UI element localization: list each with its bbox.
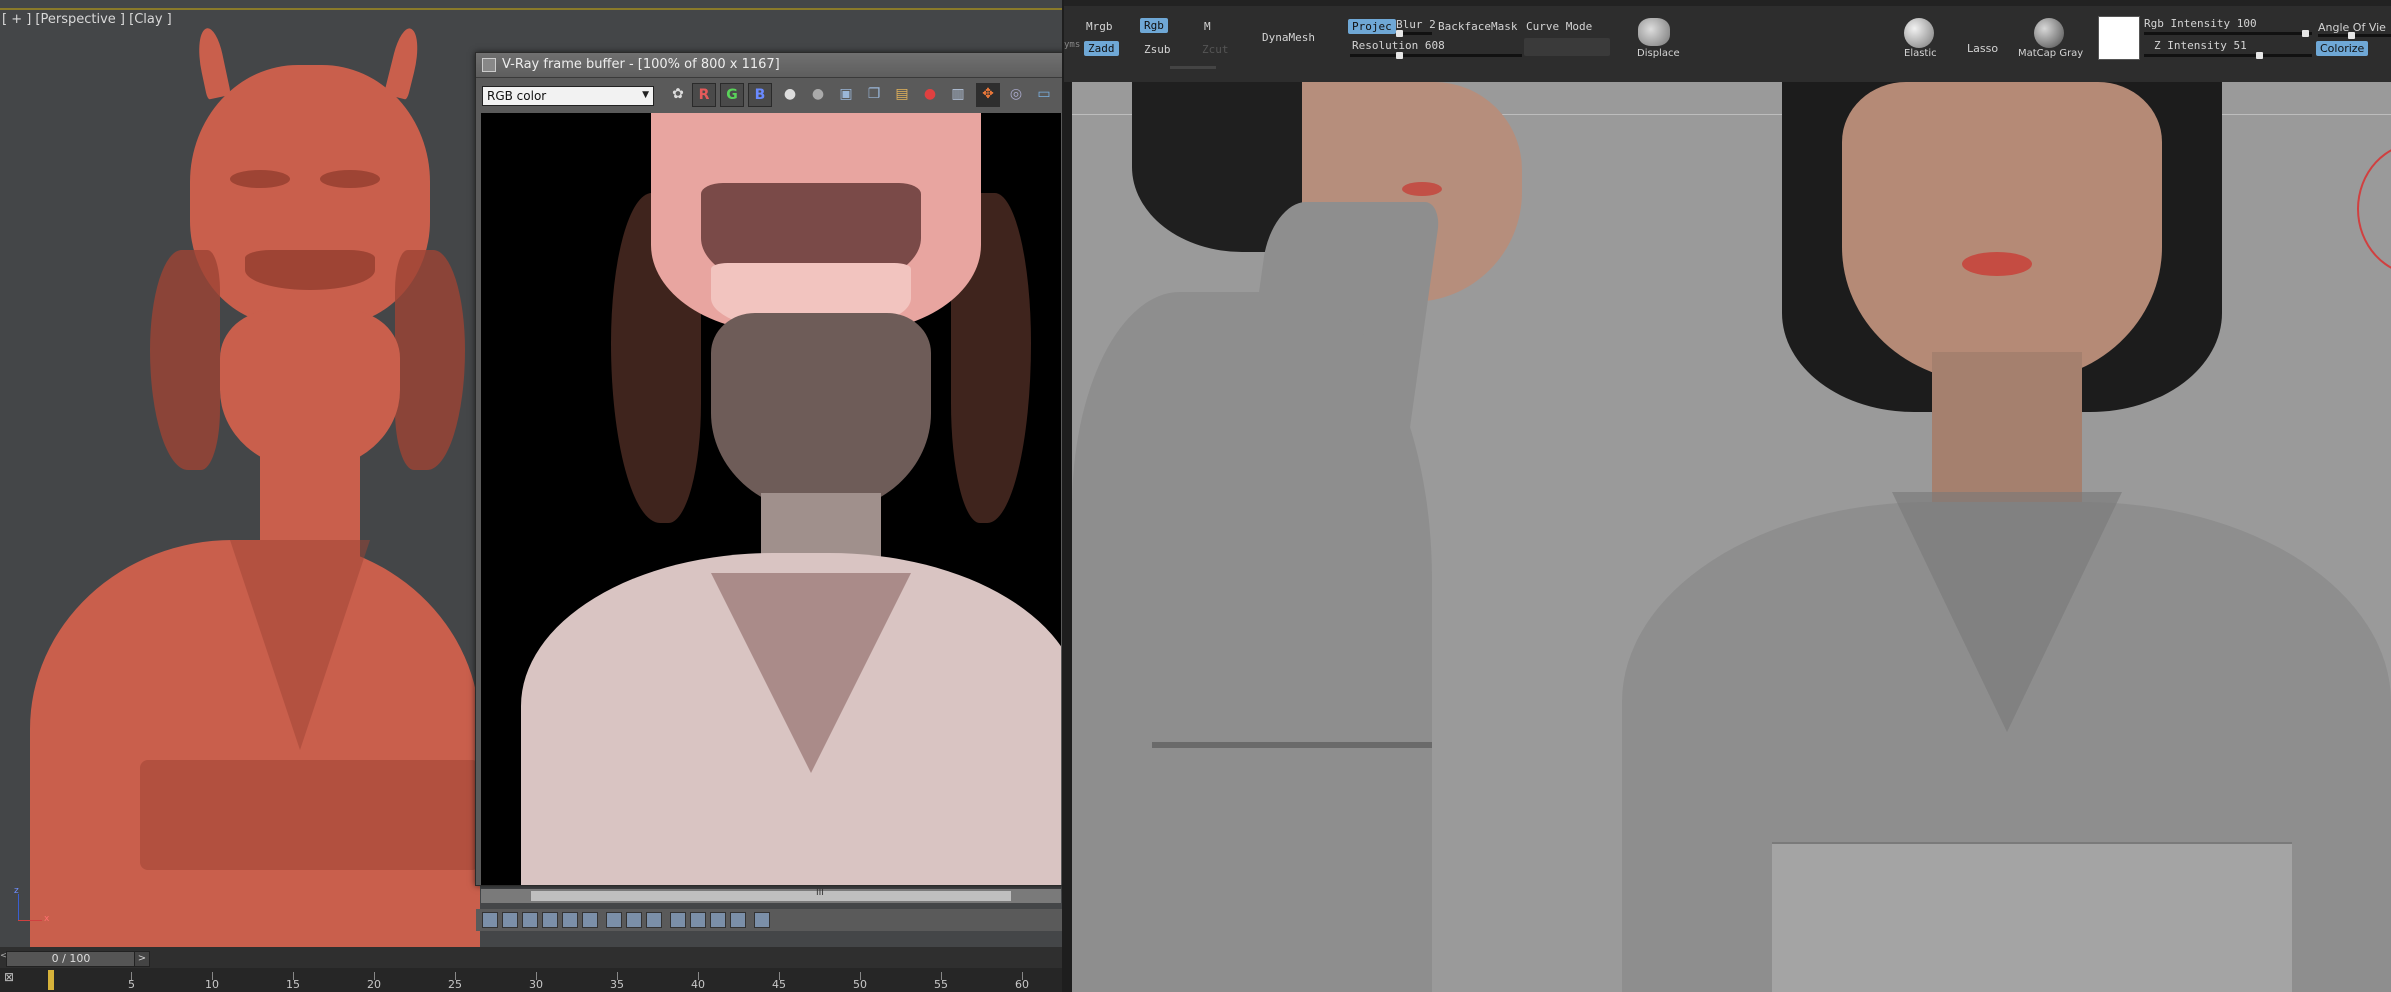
bottom-tool-icon[interactable] <box>542 912 558 928</box>
axis-x-label: x <box>44 914 50 924</box>
tick-label: 20 <box>367 978 381 991</box>
bottom-tool-icon[interactable] <box>710 912 726 928</box>
bottom-tool-icon[interactable] <box>482 912 498 928</box>
z-intensity-handle[interactable] <box>2256 52 2263 59</box>
tick-label: 5 <box>128 978 135 991</box>
tick-label: 35 <box>610 978 624 991</box>
bottom-tool-icon[interactable] <box>606 912 622 928</box>
mono-gray-icon[interactable]: ● <box>806 83 830 107</box>
disabled-button <box>1524 38 1610 56</box>
displace-label[interactable]: Displace <box>1637 48 1680 59</box>
timeline-next-button[interactable]: > <box>134 951 150 967</box>
green-channel-button[interactable]: G <box>720 83 744 107</box>
tick-label: 55 <box>934 978 948 991</box>
axis-gizmo: z x <box>14 886 54 926</box>
info-icon[interactable] <box>522 912 538 928</box>
displace-icon[interactable] <box>1638 18 1670 46</box>
alpha-white-icon[interactable]: ● <box>778 83 802 107</box>
channel-select-value: RGB color <box>487 89 547 103</box>
tick-label: 15 <box>286 978 300 991</box>
tick-label: 60 <box>1015 978 1029 991</box>
vfb-title: V-Ray frame buffer - [100% of 800 x 1167… <box>502 57 780 72</box>
tick-label: 50 <box>853 978 867 991</box>
vfb-titlebar[interactable]: V-Ray frame buffer - [100% of 800 x 1167… <box>476 53 1066 78</box>
rgb-intensity-track[interactable] <box>2144 32 2312 35</box>
bottom-tool-icon[interactable] <box>502 912 518 928</box>
blur-slider-handle[interactable] <box>1396 30 1403 37</box>
play-icon[interactable]: ⊠ <box>4 970 14 984</box>
lasso-button[interactable]: Lasso <box>1967 42 1998 55</box>
rgb-button[interactable]: Rgb <box>1140 18 1168 33</box>
m-button[interactable]: M <box>1204 20 1211 33</box>
window-icon <box>482 58 496 72</box>
bottom-tool-icon[interactable] <box>670 912 686 928</box>
tick-label: 10 <box>205 978 219 991</box>
bottom-tool-icon[interactable] <box>626 912 642 928</box>
open-folder-icon[interactable]: ▤ <box>890 83 914 107</box>
save-icon[interactable]: ▣ <box>834 83 858 107</box>
backface-mask-button[interactable]: BackfaceMask <box>1438 20 1517 33</box>
tick-label: 25 <box>448 978 462 991</box>
horizontal-scrollbar[interactable]: III <box>481 888 1061 903</box>
brush-draw-size-circle <box>2357 142 2391 276</box>
clay-figure <box>0 20 480 947</box>
bottom-tool-icon[interactable] <box>730 912 746 928</box>
zadd-button[interactable]: Zadd <box>1084 41 1119 56</box>
dynamesh-button[interactable]: DynaMesh <box>1262 31 1315 44</box>
resolution-slider-handle[interactable] <box>1396 52 1403 59</box>
clear-icon[interactable]: ● <box>918 83 942 107</box>
angle-of-view-handle[interactable] <box>2348 32 2355 39</box>
z-intensity-track[interactable] <box>2144 54 2312 57</box>
render-icon[interactable]: ▭ <box>1032 83 1056 107</box>
region-icon[interactable]: ◎ <box>1004 83 1028 107</box>
bottom-tool-icon[interactable] <box>754 912 770 928</box>
blue-channel-button[interactable]: B <box>748 83 772 107</box>
red-channel-button[interactable]: R <box>692 83 716 107</box>
bottom-tool-icon[interactable] <box>562 912 578 928</box>
mrgb-button[interactable]: Mrgb <box>1086 20 1113 33</box>
current-frame-marker[interactable] <box>48 970 54 990</box>
matcap-gray-icon[interactable] <box>2034 18 2064 48</box>
bottom-tool-icon[interactable] <box>582 912 598 928</box>
color-wheel-icon[interactable]: ✿ <box>666 83 690 107</box>
zbrush-shelf-edge <box>1064 0 2391 6</box>
zcut-button[interactable]: Zcut <box>1202 43 1229 56</box>
project-button[interactable]: Projec <box>1348 19 1396 34</box>
matcap-label[interactable]: MatCap Gray <box>2018 48 2083 59</box>
bottom-tool-icon[interactable] <box>646 912 662 928</box>
elastic-brush-icon[interactable] <box>1904 18 1934 48</box>
rgb-slider[interactable] <box>1170 66 1216 69</box>
scroll-thumb[interactable]: III <box>531 888 1011 901</box>
rgb-intensity-slider[interactable]: Rgb Intensity 100 <box>2144 17 2257 30</box>
vray-frame-buffer-window[interactable]: V-Ray frame buffer - [100% of 800 x 1167… <box>475 52 1067 931</box>
bottom-tool-icon[interactable] <box>690 912 706 928</box>
resolution-slider[interactable]: Resolution 608 <box>1352 39 1445 52</box>
time-slider[interactable]: 0 / 100 <box>6 951 136 967</box>
channel-select[interactable]: RGB color ▼ <box>482 86 654 106</box>
curve-mode-button[interactable]: Curve Mode <box>1526 20 1592 33</box>
color-swatch[interactable] <box>2098 16 2140 60</box>
tick-label: 30 <box>529 978 543 991</box>
axis-z-label: z <box>14 886 19 896</box>
save-all-icon[interactable]: ❐ <box>862 83 886 107</box>
viewport-border <box>0 8 1062 10</box>
colorize-button[interactable]: Colorize <box>2316 41 2369 56</box>
zbrush-canvas[interactable] <box>1072 82 2391 992</box>
resolution-slider-track[interactable] <box>1350 54 1522 57</box>
scroll-grip: III <box>816 888 824 898</box>
chevron-down-icon: ▼ <box>642 90 649 100</box>
partial-label: yms <box>1064 40 1081 50</box>
vfb-render-image[interactable] <box>481 113 1061 885</box>
elastic-label[interactable]: Elastic <box>1904 48 1937 59</box>
z-intensity-slider[interactable]: Z Intensity 51 <box>2154 39 2247 52</box>
track-mouse-icon[interactable]: ✥ <box>976 83 1000 107</box>
duplicate-icon[interactable]: ▥ <box>946 83 970 107</box>
tick-label: 40 <box>691 978 705 991</box>
tick-label: 45 <box>772 978 786 991</box>
window-divider <box>1062 0 1072 992</box>
zsub-button[interactable]: Zsub <box>1144 43 1171 56</box>
rgb-intensity-handle[interactable] <box>2302 30 2309 37</box>
